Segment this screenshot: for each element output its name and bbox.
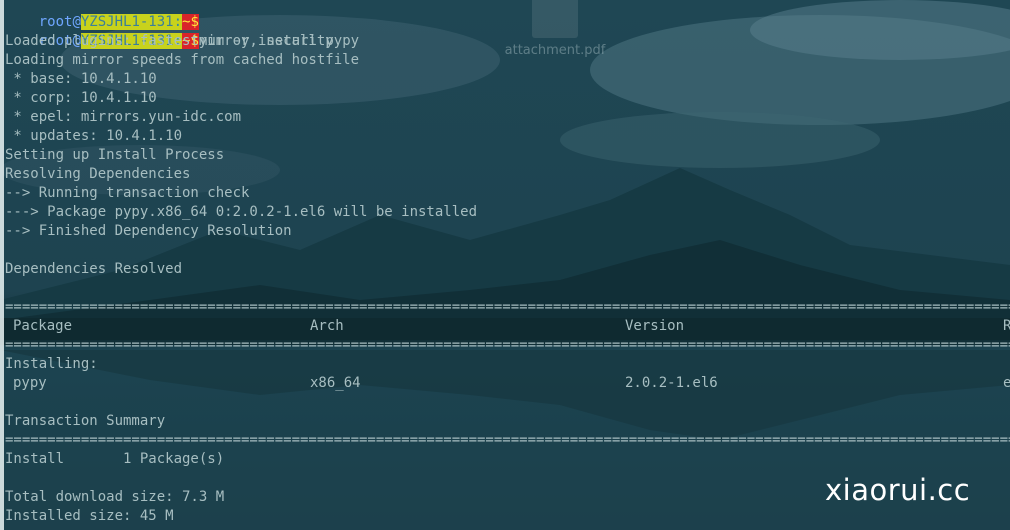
output-line: --> Running transaction check	[5, 185, 250, 201]
watermark-text: xiaorui.cc	[825, 473, 971, 507]
output-line: Resolving Dependencies	[5, 166, 191, 182]
cell-version: 2.0.2-1.el6	[625, 375, 718, 391]
table-row: pypy x86_64 2.0.2-1.el6 e	[5, 374, 1010, 393]
cell-arch: x86_64	[310, 375, 361, 391]
output-line: * corp: 10.4.1.10	[5, 90, 157, 106]
header-arch: Arch	[310, 318, 344, 334]
double-rule: ========================================…	[5, 298, 1010, 317]
terminal-window[interactable]: root@YZSJHL1-131:~$ root@YZSJHL1-131:~$y…	[0, 0, 1010, 530]
output-line: --> Finished Dependency Resolution	[5, 223, 292, 239]
output-line: Loading mirror speeds from cached hostfi…	[5, 52, 360, 68]
table-header-row: Package Arch Version R	[5, 317, 1010, 336]
download-size: Total download size: 7.3 M	[5, 489, 225, 505]
double-rule: ========================================…	[5, 431, 1010, 450]
output-line: * base: 10.4.1.10	[5, 71, 157, 87]
summary-title: Transaction Summary	[5, 413, 166, 429]
output-line: * epel: mirrors.yun-idc.com	[5, 109, 242, 125]
rule-fill: ========================================…	[5, 299, 1010, 315]
installed-size: Installed size: 45 M	[5, 508, 174, 524]
header-package: Package	[13, 318, 73, 334]
rule-fill: ========================================…	[5, 432, 1010, 448]
cell-repo: e	[1003, 375, 1010, 391]
header-version: Version	[625, 318, 685, 334]
header-repo: R	[1003, 318, 1010, 334]
output-line: * updates: 10.4.1.10	[5, 128, 183, 144]
command-line: root@YZSJHL1-131:~$yum -y install pypy	[5, 13, 359, 49]
installing-label: Installing:	[5, 356, 98, 372]
prompt-line: root@YZSJHL1-131:~$	[5, 0, 199, 30]
output-line: Loaded plugins: fastestmirror, security	[5, 33, 334, 49]
install-count: Install 1 Package(s)	[5, 451, 225, 467]
cell-package: pypy	[13, 375, 47, 391]
output-line: Setting up Install Process	[5, 147, 225, 163]
output-line: Dependencies Resolved	[5, 261, 183, 277]
double-rule: ========================================…	[5, 336, 1010, 355]
rule-fill: ========================================…	[5, 337, 1010, 353]
output-line: ---> Package pypy.x86_64 0:2.0.2-1.el6 w…	[5, 204, 478, 220]
